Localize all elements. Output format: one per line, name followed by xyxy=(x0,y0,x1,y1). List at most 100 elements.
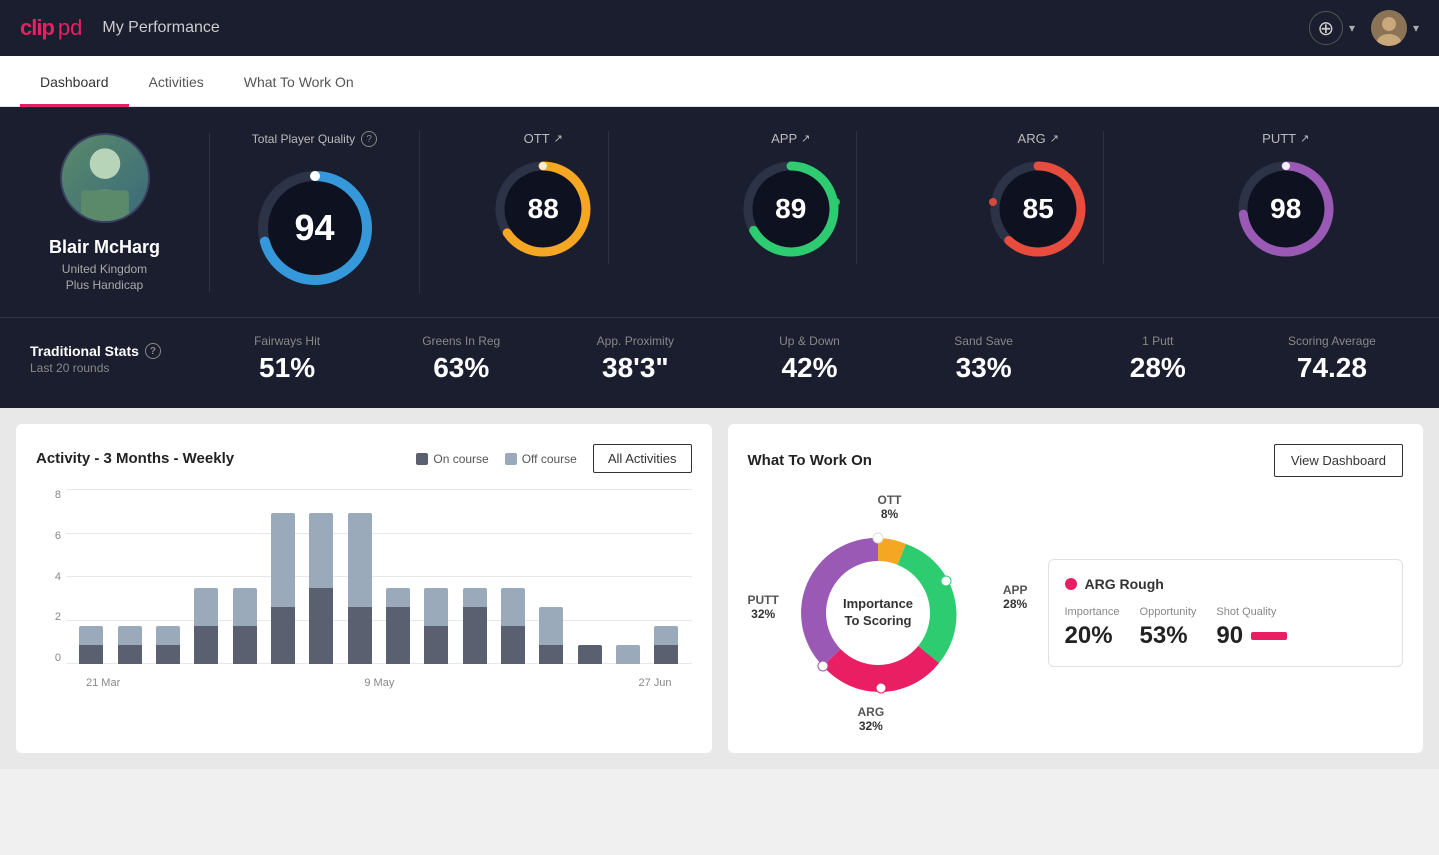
trad-stats-title: Traditional Stats ? xyxy=(30,343,190,359)
logo[interactable]: clippd xyxy=(20,15,82,41)
bar-off-course xyxy=(79,626,103,645)
bar-off-course xyxy=(616,645,640,664)
putt-label: PUTT ↗ xyxy=(1262,131,1309,146)
bar-group xyxy=(457,494,491,664)
hero-section: Blair McHarg United Kingdom Plus Handica… xyxy=(0,107,1439,317)
app-label: APP ↗ xyxy=(771,131,810,146)
shot-quality-metric: Shot Quality 90 xyxy=(1216,606,1287,650)
arg-label: ARG ↗ xyxy=(1018,131,1059,146)
bar-off-course xyxy=(386,588,410,607)
bar-on-course xyxy=(118,645,142,664)
stat-sand-save: Sand Save 33% xyxy=(907,334,1061,384)
total-quality-value: 94 xyxy=(294,207,334,249)
bar-on-course xyxy=(233,626,257,664)
bar-off-course xyxy=(233,588,257,626)
activity-panel-header: Activity - 3 Months - Weekly On course O… xyxy=(36,444,692,473)
bar-on-course xyxy=(501,626,525,664)
add-button[interactable]: ⊕ xyxy=(1309,11,1343,45)
bar-off-course xyxy=(539,607,563,645)
app-segment-label: APP 28% xyxy=(1003,583,1028,611)
help-icon[interactable]: ? xyxy=(361,131,377,147)
cat-ott: OTT ↗ 88 xyxy=(478,131,609,264)
wtwo-content: Importance To Scoring OTT 8% xyxy=(748,493,1404,733)
bar-on-course xyxy=(386,607,410,664)
arg-segment-label: ARG 32% xyxy=(858,705,885,733)
bar-on-course xyxy=(271,607,295,664)
bottom-panels: Activity - 3 Months - Weekly On course O… xyxy=(0,408,1439,769)
bar-on-course xyxy=(79,645,103,664)
legend-off-course: Off course xyxy=(505,452,577,466)
stat-fairways-hit: Fairways Hit 51% xyxy=(210,334,364,384)
tab-activities[interactable]: Activities xyxy=(129,56,224,107)
activity-chart-title: Activity - 3 Months - Weekly xyxy=(36,450,234,467)
total-quality-label: Total Player Quality ? xyxy=(252,131,377,147)
bar-group xyxy=(572,494,606,664)
importance-metric: Importance 20% xyxy=(1065,606,1120,650)
total-quality-section: Total Player Quality ? 94 xyxy=(240,131,420,293)
wtwo-panel-header: What To Work On View Dashboard xyxy=(748,444,1404,477)
ott-value: 88 xyxy=(528,193,559,225)
top-navigation: clippd My Performance ⊕ ▾ ▾ xyxy=(0,0,1439,56)
bar-on-course xyxy=(578,645,602,664)
total-quality-ring: 94 xyxy=(250,163,380,293)
bar-off-course xyxy=(424,588,448,626)
bar-group xyxy=(304,494,338,664)
bar-on-course xyxy=(424,626,448,664)
view-dashboard-button[interactable]: View Dashboard xyxy=(1274,444,1403,477)
what-to-work-on-panel: What To Work On View Dashboard xyxy=(728,424,1424,753)
trad-stats-help-icon[interactable]: ? xyxy=(145,343,161,359)
chart-y-labels: 8 6 4 2 0 xyxy=(36,489,61,664)
arg-rough-card: ARG Rough Importance 20% Opportunity 53%… xyxy=(1048,559,1404,667)
tab-dashboard[interactable]: Dashboard xyxy=(20,56,129,107)
bar-group xyxy=(381,494,415,664)
donut-chart-container: Importance To Scoring OTT 8% xyxy=(748,493,1028,733)
bar-on-course xyxy=(539,645,563,664)
stat-scoring-average: Scoring Average 74.28 xyxy=(1255,334,1409,384)
player-name: Blair McHarg xyxy=(49,237,160,258)
legend-on-course-dot xyxy=(416,453,428,465)
add-dropdown-arrow[interactable]: ▾ xyxy=(1349,21,1355,35)
activity-chart-panel: Activity - 3 Months - Weekly On course O… xyxy=(16,424,712,753)
bar-group xyxy=(74,494,108,664)
tab-what-to-work-on[interactable]: What To Work On xyxy=(224,56,374,107)
all-activities-button[interactable]: All Activities xyxy=(593,444,692,473)
user-dropdown-arrow[interactable]: ▾ xyxy=(1413,21,1419,35)
scores-area: Total Player Quality ? 94 OTT xyxy=(210,131,1409,293)
app-ring: 89 xyxy=(736,154,846,264)
putt-ring: 98 xyxy=(1231,154,1341,264)
putt-trend-icon: ↗ xyxy=(1300,132,1309,145)
user-avatar[interactable] xyxy=(1371,10,1407,46)
arg-trend-icon: ↗ xyxy=(1050,132,1059,145)
bar-on-course xyxy=(654,645,678,664)
arg-rough-dot xyxy=(1065,578,1077,590)
arg-ring: 85 xyxy=(983,154,1093,264)
activity-bar-chart: 8 6 4 2 0 21 Mar 9 May 27 Jun xyxy=(36,489,692,689)
bar-on-course xyxy=(348,607,372,664)
player-avatar xyxy=(60,133,150,223)
putt-segment-label: PUTT 32% xyxy=(748,593,779,621)
trad-stats-period: Last 20 rounds xyxy=(30,361,190,375)
bar-off-course xyxy=(118,626,142,645)
svg-text:Importance: Importance xyxy=(842,596,912,611)
chart-legend: On course Off course xyxy=(416,452,577,466)
ott-label: OTT ↗ xyxy=(524,131,563,146)
trad-stats-label: Traditional Stats ? Last 20 rounds xyxy=(30,343,190,375)
shot-quality-bar xyxy=(1251,632,1287,640)
svg-text:To Scoring: To Scoring xyxy=(844,613,911,628)
chart-x-labels: 21 Mar 9 May 27 Jun xyxy=(66,677,692,689)
bar-on-course xyxy=(194,626,218,664)
bar-off-course xyxy=(271,513,295,607)
bar-off-course xyxy=(156,626,180,645)
bar-off-course xyxy=(309,513,333,589)
bar-off-course xyxy=(501,588,525,626)
ott-ring: 88 xyxy=(488,154,598,264)
bar-off-course xyxy=(194,588,218,626)
category-scores: OTT ↗ 88 APP ↗ xyxy=(420,131,1409,264)
nav-left: clippd My Performance xyxy=(20,15,220,41)
wtwo-title: What To Work On xyxy=(748,452,872,469)
arg-rough-metrics: Importance 20% Opportunity 53% Shot Qual… xyxy=(1065,606,1387,650)
putt-value: 98 xyxy=(1270,193,1301,225)
stat-1-putt: 1 Putt 28% xyxy=(1081,334,1235,384)
app-value: 89 xyxy=(775,193,806,225)
bar-group xyxy=(227,494,261,664)
